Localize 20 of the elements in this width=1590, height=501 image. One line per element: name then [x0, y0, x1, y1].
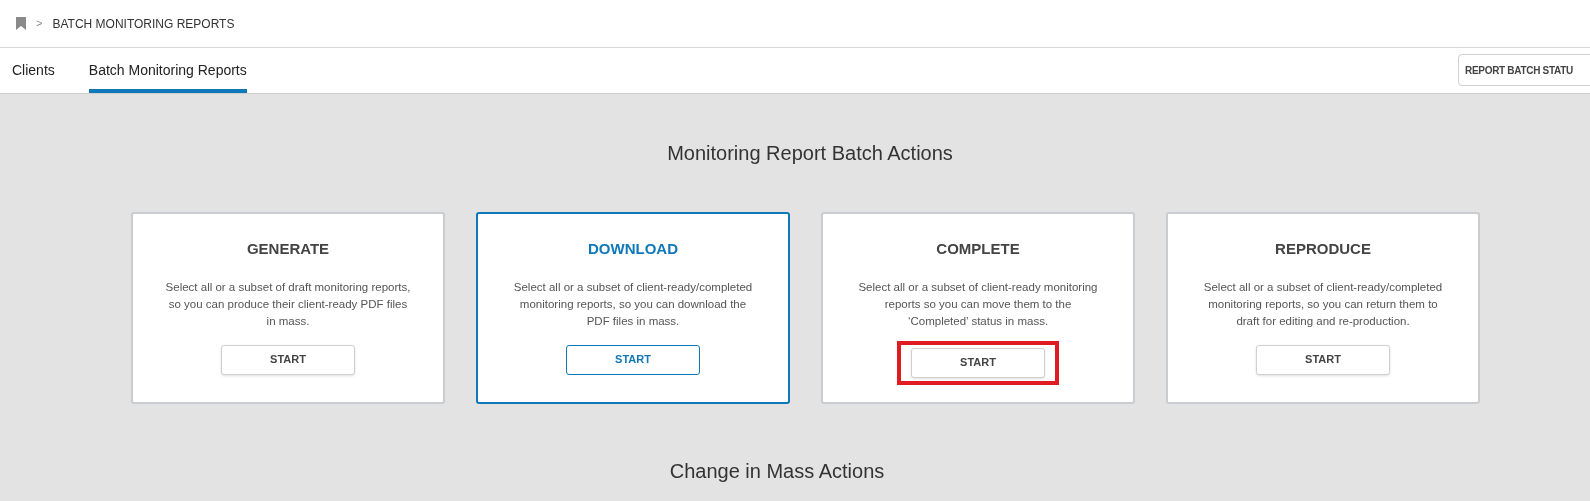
bookmark-icon — [16, 17, 26, 30]
card-title: GENERATE — [246, 239, 330, 259]
card-title: COMPLETE — [936, 239, 1020, 259]
start-button[interactable]: START — [1256, 344, 1390, 375]
section-title: Monitoring Report Batch Actions — [667, 141, 953, 166]
section-title: Change in Mass Actions — [669, 459, 885, 484]
start-button[interactable]: START — [566, 344, 700, 375]
card-title: DOWNLOAD — [588, 239, 678, 259]
card-description: Select all or a subset of client-ready monitoring reports so you can move them to the ‘Completed’ status in mass. — [857, 279, 1099, 329]
card-description: Select all or a subset of draft monitoring reports, so you can produce their client-ready PDF files in mass. — [164, 279, 412, 329]
start-button[interactable]: START — [221, 344, 355, 375]
tab[interactable]: Clients — [12, 48, 55, 93]
report-batch-status-button[interactable]: REPORT BATCH STATU — [1458, 54, 1590, 86]
card-title: REPRODUCE — [1275, 239, 1371, 259]
tab[interactable]: Batch Monitoring Reports — [88, 48, 247, 93]
card-description: Select all or a subset of client-ready/completed monitoring reports, so you can download the PDF files in mass. — [512, 279, 754, 329]
card-description: Select all or a subset of client-ready/completed monitoring reports, so you can return them to draft for editing and re-production. — [1202, 279, 1444, 329]
breadcrumb-item: BATCH MONITORING REPORTS — [52, 15, 235, 33]
breadcrumb-separator: > — [36, 16, 43, 32]
start-button[interactable]: START — [911, 347, 1045, 378]
